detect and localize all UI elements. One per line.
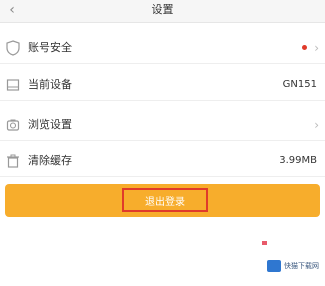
page-title: 设置 bbox=[151, 3, 174, 16]
chevron-right-icon: › bbox=[314, 118, 319, 132]
settings-row-current-device[interactable]: 当前设备 GN151 bbox=[0, 70, 325, 101]
row-label: 浏览设置 bbox=[28, 118, 72, 131]
row-label: 当前设备 bbox=[28, 78, 72, 91]
cache-size-value: 3.99MB bbox=[279, 155, 317, 166]
settings-row-clear-cache[interactable]: 清除缓存 3.99MB bbox=[0, 146, 325, 177]
chevron-right-icon: › bbox=[314, 41, 319, 55]
watermark-text: 快猫下载网 bbox=[284, 262, 319, 270]
shield-icon bbox=[6, 40, 20, 56]
camera-icon bbox=[6, 117, 20, 133]
small-red-mark bbox=[262, 241, 267, 245]
logout-button-label: 退出登录 bbox=[122, 188, 208, 212]
device-name-value: GN151 bbox=[282, 79, 317, 90]
trash-icon bbox=[6, 153, 20, 169]
notification-dot bbox=[302, 45, 307, 50]
row-label: 清除缓存 bbox=[28, 154, 72, 167]
watermark-logo-icon bbox=[267, 260, 281, 272]
row-label: 账号安全 bbox=[28, 41, 72, 54]
watermark: 快猫下载网 bbox=[267, 258, 321, 274]
logout-button[interactable]: 退出登录 bbox=[5, 184, 320, 217]
device-icon bbox=[6, 77, 20, 93]
settings-row-account-security[interactable]: 账号安全 › bbox=[0, 33, 325, 64]
settings-row-browse-settings[interactable]: 浏览设置 › bbox=[0, 110, 325, 141]
top-bar: ‹ 设置 bbox=[0, 0, 325, 23]
